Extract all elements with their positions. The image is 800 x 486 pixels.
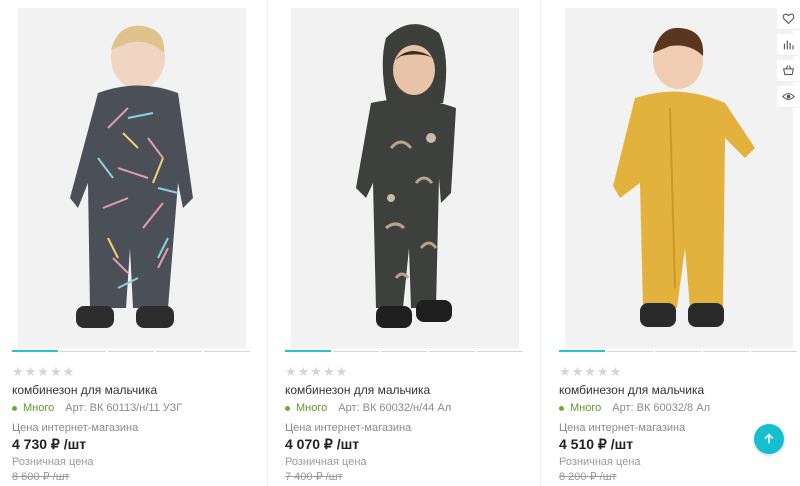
- slider-dot[interactable]: [655, 351, 701, 352]
- stock-status: Много: [570, 402, 602, 414]
- slider-dot[interactable]: [12, 350, 58, 352]
- eye-icon[interactable]: [777, 86, 799, 108]
- online-price: 4 730 ₽ /шт: [12, 436, 87, 452]
- image-slider-dots[interactable]: [285, 350, 523, 352]
- slider-dot[interactable]: [559, 350, 605, 352]
- retail-price-label: Розничная цена: [12, 456, 94, 468]
- rating-stars[interactable]: ★★★★★: [285, 364, 348, 380]
- slider-dot[interactable]: [156, 351, 202, 352]
- slider-dot[interactable]: [204, 351, 250, 352]
- online-price: 4 510 ₽ /шт: [559, 436, 634, 452]
- stock-status: Много: [23, 402, 55, 414]
- retail-price: 8 600 ₽ /шт: [12, 471, 70, 483]
- basket-icon[interactable]: [777, 60, 799, 82]
- slider-dot[interactable]: [108, 351, 154, 352]
- product-actions: [776, 8, 800, 108]
- stock-indicator-icon: [559, 405, 564, 411]
- compare-chart-icon[interactable]: [777, 34, 799, 56]
- product-grid: ★★★★★ комбинезон для мальчика Много Арт:…: [0, 0, 800, 486]
- image-slider-dots[interactable]: [559, 350, 797, 352]
- product-title[interactable]: комбинезон для мальчика: [285, 383, 430, 397]
- retail-price-label: Розничная цена: [285, 456, 367, 468]
- product-sku: Арт: ВК 60032/н/44 Ал: [338, 402, 452, 414]
- slider-dot[interactable]: [751, 351, 797, 352]
- retail-price-label: Розничная цена: [559, 456, 641, 468]
- product-image[interactable]: [18, 8, 246, 348]
- product-image[interactable]: [565, 8, 793, 348]
- online-price: 4 070 ₽ /шт: [285, 436, 360, 452]
- product-card[interactable]: ★★★★★ комбинезон для мальчика Много Арт:…: [269, 0, 541, 486]
- heart-icon[interactable]: [777, 8, 799, 30]
- rating-stars[interactable]: ★★★★★: [559, 364, 622, 380]
- slider-dot[interactable]: [703, 351, 749, 352]
- product-sku: Арт: ВК 60113/н/11 УЗГ: [65, 402, 183, 414]
- slider-dot[interactable]: [429, 351, 475, 352]
- scroll-top-button[interactable]: [754, 424, 784, 454]
- online-price-label: Цена интернет-магазина: [12, 422, 139, 434]
- stock-status: Много: [296, 402, 328, 414]
- stock-indicator-icon: [12, 405, 17, 411]
- slider-dot[interactable]: [60, 351, 106, 352]
- product-meta: Много Арт: ВК 60032/н/44 Ал: [285, 402, 451, 414]
- product-title[interactable]: комбинезон для мальчика: [12, 383, 157, 397]
- rating-stars[interactable]: ★★★★★: [12, 364, 75, 380]
- stock-indicator-icon: [285, 405, 290, 411]
- arrow-up-icon: [764, 433, 774, 444]
- online-price-label: Цена интернет-магазина: [559, 422, 686, 434]
- slider-dot[interactable]: [477, 351, 523, 352]
- product-meta: Много Арт: ВК 60032/8 Ал: [559, 402, 710, 414]
- slider-dot[interactable]: [607, 351, 653, 352]
- product-title[interactable]: комбинезон для мальчика: [559, 383, 704, 397]
- slider-dot[interactable]: [381, 351, 427, 352]
- online-price-label: Цена интернет-магазина: [285, 422, 412, 434]
- slider-dot[interactable]: [333, 351, 379, 352]
- image-slider-dots[interactable]: [12, 350, 250, 352]
- product-sku: Арт: ВК 60032/8 Ал: [612, 402, 710, 414]
- product-card[interactable]: ★★★★★ комбинезон для мальчика Много Арт:…: [0, 0, 268, 486]
- retail-price: 7 400 ₽ /шт: [285, 471, 343, 483]
- slider-dot[interactable]: [285, 350, 331, 352]
- product-meta: Много Арт: ВК 60113/н/11 УЗГ: [12, 402, 182, 414]
- retail-price: 8 200 ₽ /шт: [559, 471, 617, 483]
- product-image[interactable]: [291, 8, 519, 348]
- product-card[interactable]: ★★★★★ комбинезон для мальчика Много Арт:…: [542, 0, 800, 486]
